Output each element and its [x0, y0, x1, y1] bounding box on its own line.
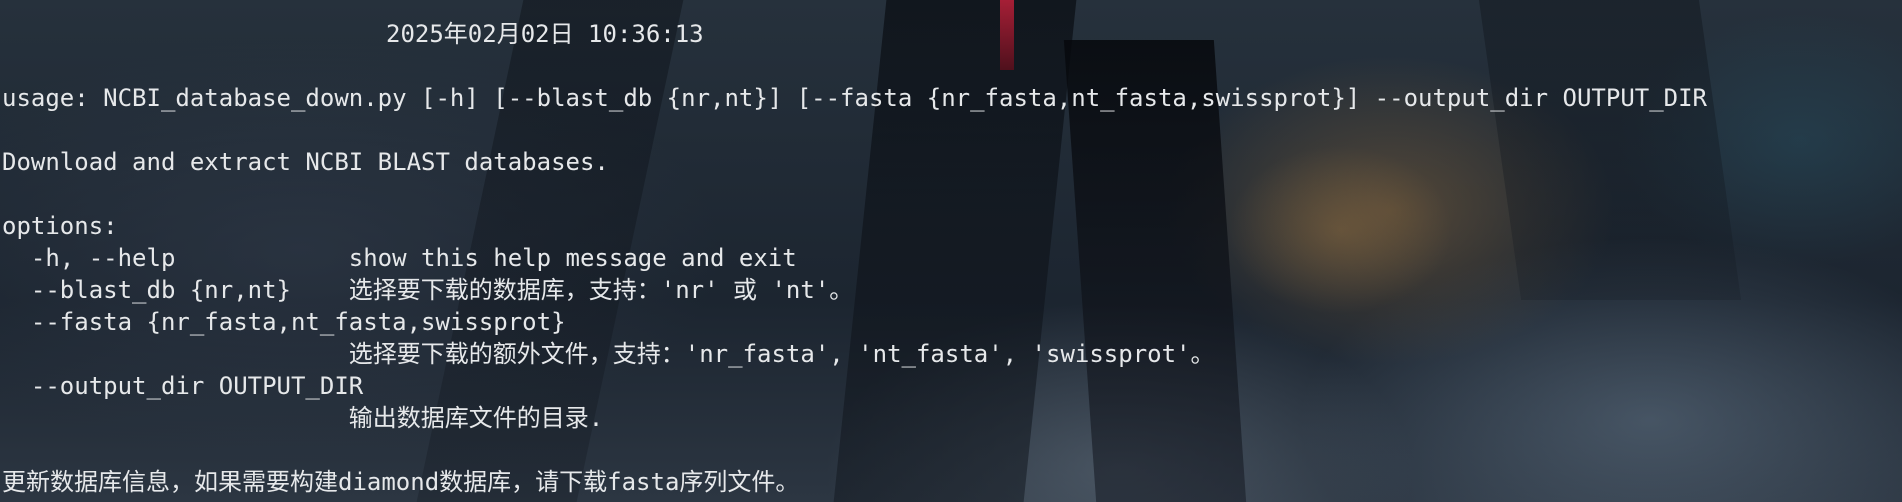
- timestamp-line: 2025年02月02日 10:36:13: [386, 20, 704, 48]
- description-line: Download and extract NCBI BLAST database…: [2, 148, 609, 176]
- option-fasta-line: --fasta {nr_fasta,nt_fasta,swissprot}: [2, 308, 566, 336]
- options-header: options:: [2, 212, 118, 240]
- option-help-line: -h, --help show this help message and ex…: [2, 244, 797, 272]
- option-fasta-description: 选择要下载的额外文件，支持：'nr_fasta', 'nt_fasta', 's…: [2, 340, 1215, 368]
- option-output-dir-description: 输出数据库文件的目录.: [2, 404, 604, 432]
- option-output-dir-line: --output_dir OUTPUT_DIR: [2, 372, 364, 400]
- epilog-line: 更新数据库信息，如果需要构建diamond数据库，请下载fasta序列文件。: [2, 468, 800, 496]
- option-blast-db-line: --blast_db {nr,nt} 选择要下载的数据库，支持：'nr' 或 '…: [2, 276, 854, 304]
- usage-line: usage: NCBI_database_down.py [-h] [--bla…: [2, 84, 1708, 112]
- terminal-output[interactable]: 2025年02月02日 10:36:13 usage: NCBI_databas…: [0, 0, 1902, 502]
